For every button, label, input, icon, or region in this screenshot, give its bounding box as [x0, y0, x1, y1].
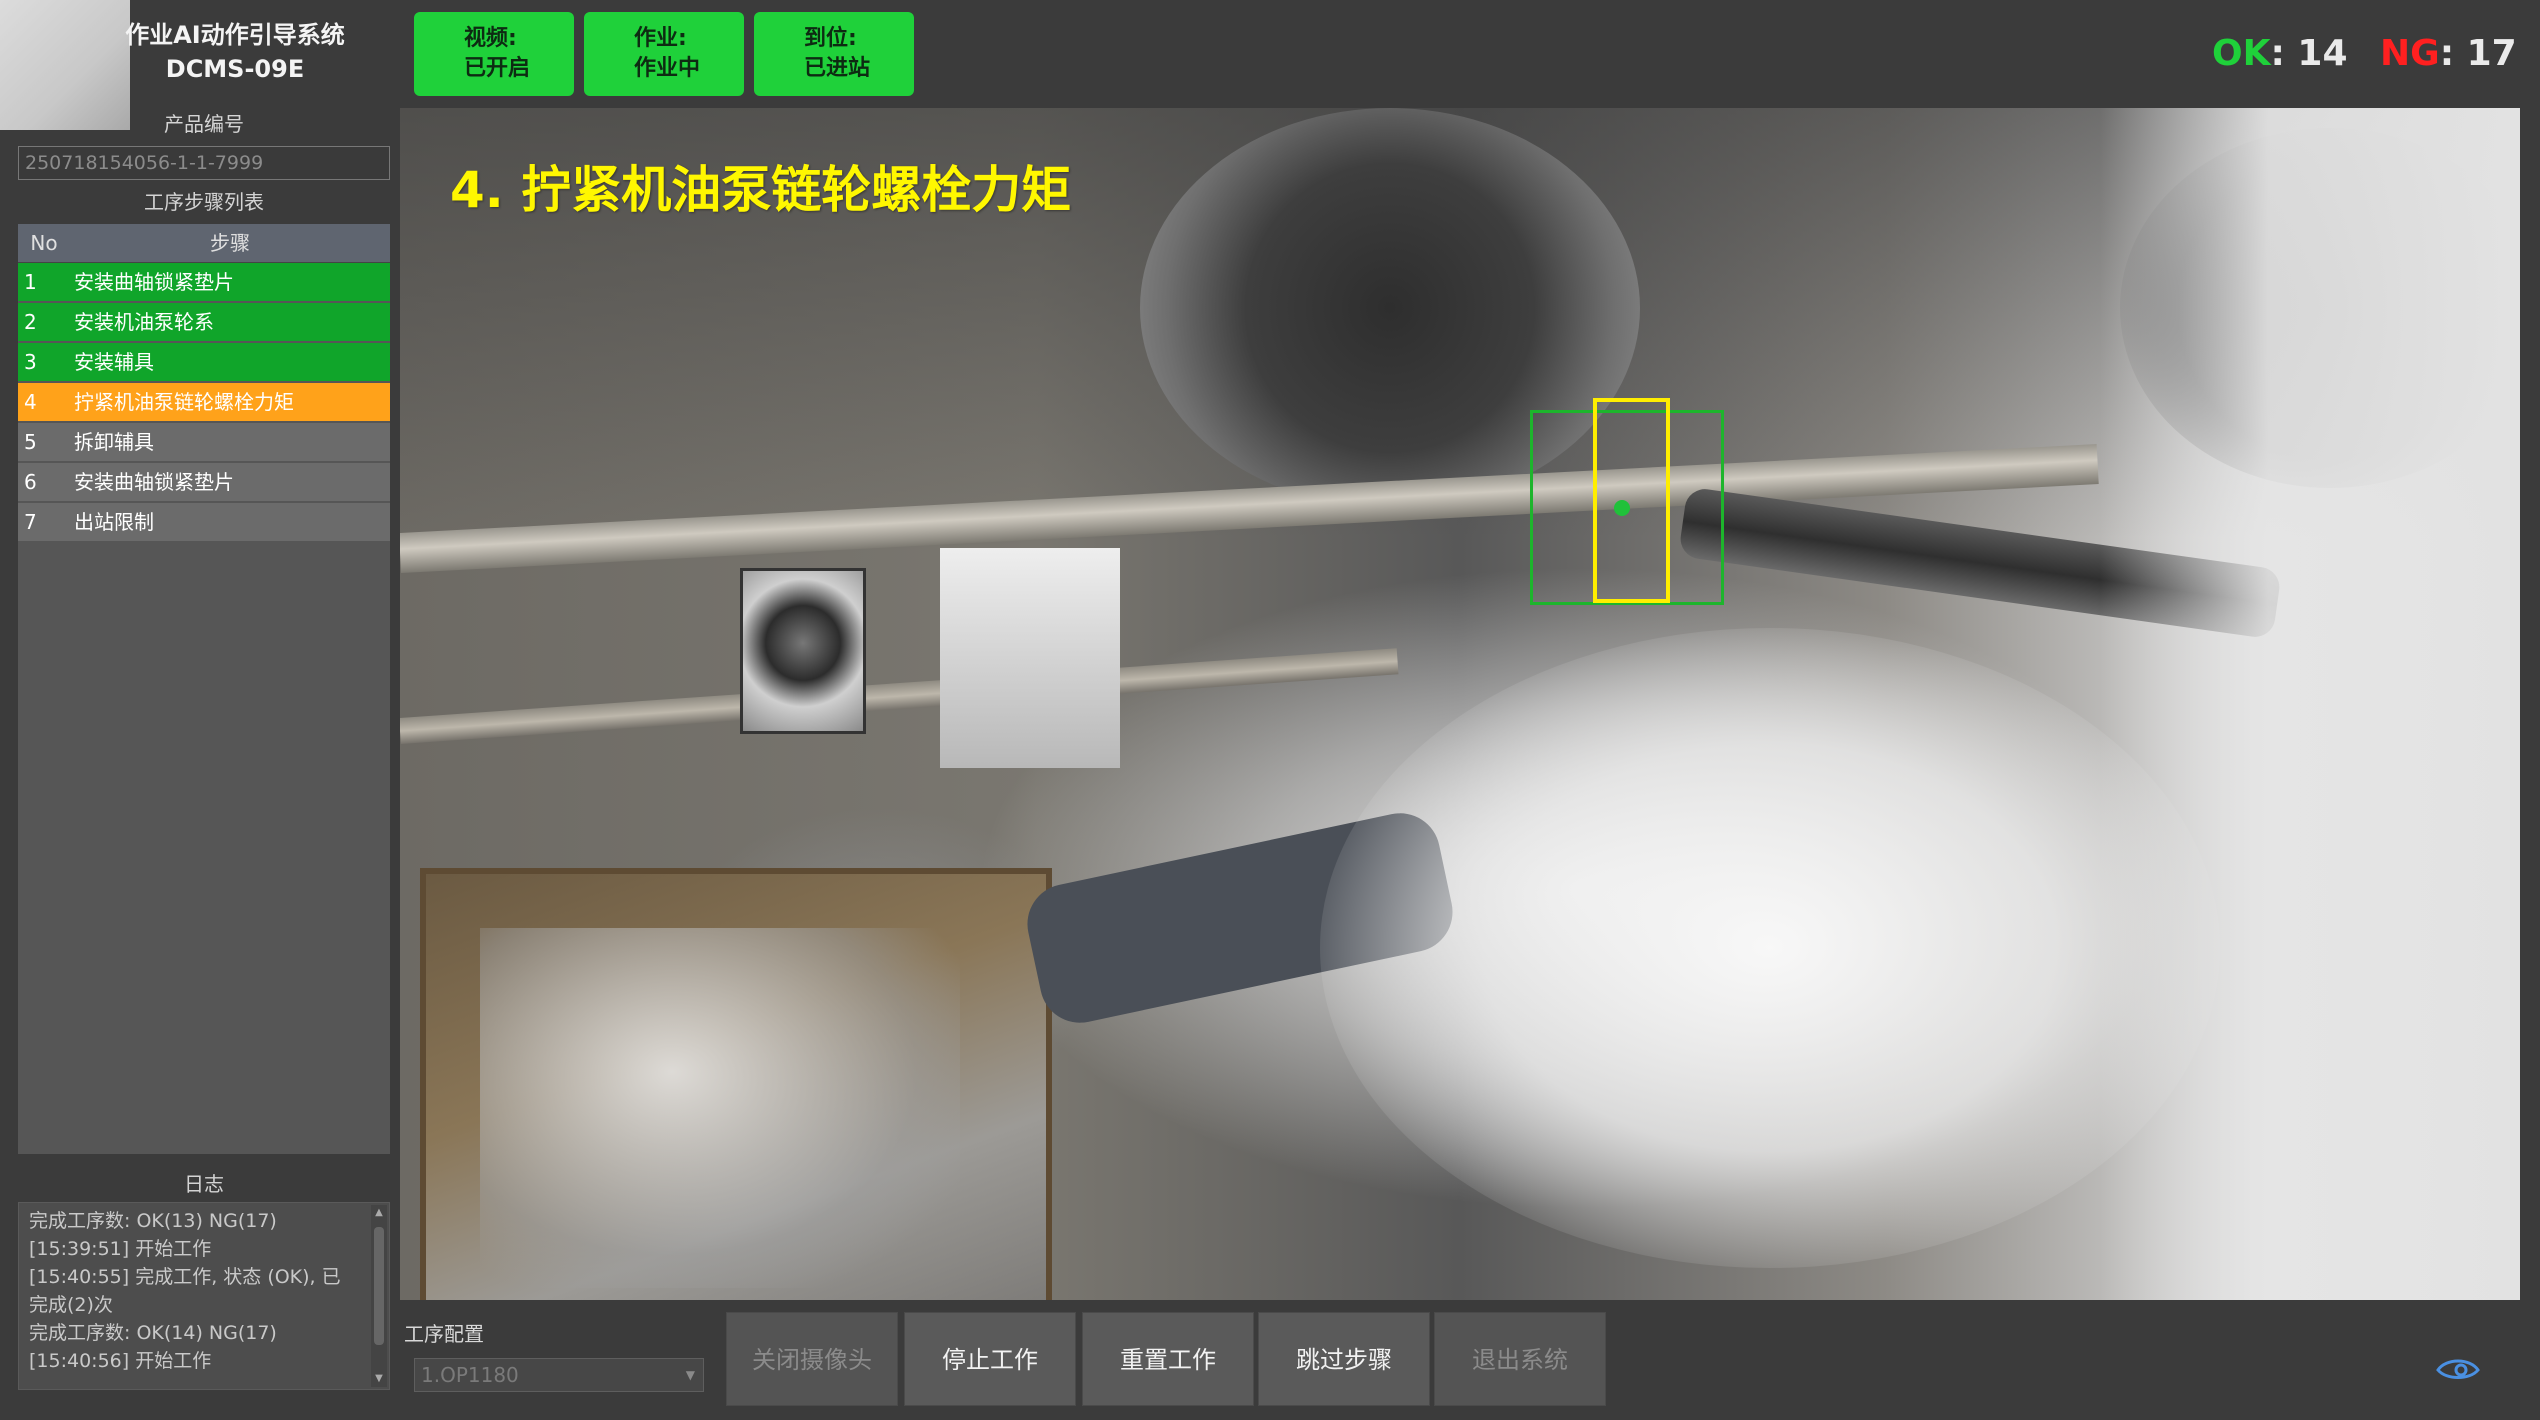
- ok-label: OK: [2212, 33, 2271, 74]
- log-panel: 日志 完成工序数: OK(13) NG(17) [15:39:51] 开始工作 …: [18, 1170, 390, 1390]
- arrival-status-value: 已进站: [804, 56, 871, 81]
- close-camera-button[interactable]: 关闭摄像头: [726, 1312, 898, 1406]
- steps-table: No 步骤 1 安装曲轴锁紧垫片 2 安装机油泵轮系 3 安装辅具 4 拧紧机油…: [18, 224, 390, 1154]
- arrival-status-label: 到位:: [804, 26, 857, 51]
- ng-count: : 17: [2439, 33, 2517, 74]
- arrival-status-button[interactable]: 到位: 已进站: [754, 12, 914, 96]
- system-title-name: 作业AI动作引导系统: [125, 21, 345, 49]
- steps-header: No 步骤: [18, 224, 390, 263]
- step-no: 2: [24, 310, 37, 334]
- step-name: 安装曲轴锁紧垫片: [74, 470, 234, 494]
- product-label: 产品编号: [164, 112, 244, 136]
- gear-part: [740, 568, 866, 734]
- eye-icon[interactable]: [2434, 1352, 2482, 1384]
- col-step-header: 步骤: [210, 231, 250, 255]
- step-no: 1: [24, 270, 37, 294]
- camera-feed: [400, 108, 2520, 1300]
- step-name: 安装曲轴锁紧垫片: [74, 270, 234, 294]
- reset-work-button[interactable]: 重置工作: [1082, 1312, 1254, 1406]
- ng-counter: NG: 17: [2380, 30, 2517, 78]
- video-status-value: 已开启: [464, 56, 531, 81]
- log-line: [15:40:55] 完成工作, 状态 (OK), 已: [29, 1266, 341, 1288]
- step-name: 出站限制: [74, 510, 154, 534]
- log-scrollbar[interactable]: ▲ ▼: [371, 1205, 387, 1387]
- step-no: 4: [24, 390, 37, 414]
- step-row[interactable]: 3 安装辅具: [18, 343, 390, 381]
- steps-list-label: 工序步骤列表: [144, 190, 264, 214]
- step-no: 7: [24, 510, 37, 534]
- step-no: 3: [24, 350, 37, 374]
- step-row[interactable]: 1 安装曲轴锁紧垫片: [18, 263, 390, 301]
- step-row-active[interactable]: 4 拧紧机油泵链轮螺栓力矩: [18, 383, 390, 421]
- log-line: 完成(2)次: [29, 1294, 113, 1316]
- system-title: 作业AI动作引导系统 DCMS-09E: [120, 18, 350, 86]
- video-status-label: 视频:: [464, 26, 517, 51]
- process-config-label: 工序配置: [404, 1322, 484, 1346]
- log-title: 日志: [184, 1172, 224, 1196]
- step-name: 安装辅具: [74, 350, 154, 374]
- work-status-value: 作业中: [634, 56, 701, 81]
- step-row[interactable]: 7 出站限制: [18, 503, 390, 541]
- scroll-down-icon[interactable]: ▼: [371, 1371, 387, 1387]
- log-line: 完成工序数: OK(13) NG(17): [29, 1210, 277, 1232]
- blurred-operator: [1320, 628, 2220, 1268]
- log-line: 完成工序数: OK(14) NG(17): [29, 1322, 277, 1344]
- process-config-value: 1.OP1180: [421, 1363, 519, 1387]
- step-name: 拆卸辅具: [74, 430, 154, 454]
- scroll-up-icon[interactable]: ▲: [371, 1205, 387, 1221]
- current-step-overlay: 4. 拧紧机油泵链轮螺栓力矩: [450, 161, 1072, 219]
- work-status-label: 作业:: [634, 26, 687, 51]
- step-name: 拧紧机油泵链轮螺栓力矩: [74, 390, 294, 414]
- step-row[interactable]: 5 拆卸辅具: [18, 423, 390, 461]
- log-line: [15:39:51] 开始工作: [29, 1238, 212, 1260]
- detection-box-tool: [1593, 398, 1670, 603]
- product-number-field[interactable]: [18, 146, 390, 180]
- ok-count: : 14: [2270, 33, 2348, 74]
- chevron-down-icon: ▼: [685, 1368, 695, 1382]
- log-text-area[interactable]: 完成工序数: OK(13) NG(17) [15:39:51] 开始工作 [15…: [18, 1202, 390, 1390]
- skip-step-button[interactable]: 跳过步骤: [1258, 1312, 1430, 1406]
- step-row[interactable]: 2 安装机油泵轮系: [18, 303, 390, 341]
- step-row[interactable]: 6 安装曲轴锁紧垫片: [18, 463, 390, 501]
- log-line: [15:40:56] 开始工作: [29, 1350, 212, 1372]
- video-status-button[interactable]: 视频: 已开启: [414, 12, 574, 96]
- left-panel: 产品编号 工序步骤列表 No 步骤 1 安装曲轴锁紧垫片 2 安装机油泵轮系 3…: [18, 110, 390, 1154]
- work-status-button[interactable]: 作业: 作业中: [584, 12, 744, 96]
- system-model: DCMS-09E: [165, 55, 305, 83]
- exit-system-button[interactable]: 退出系统: [1434, 1312, 1606, 1406]
- stop-work-button[interactable]: 停止工作: [904, 1312, 1076, 1406]
- step-no: 5: [24, 430, 37, 454]
- step-name: 安装机油泵轮系: [74, 310, 214, 334]
- process-config-select[interactable]: 1.OP1180 ▼: [414, 1358, 704, 1392]
- ok-counter: OK: 14: [2212, 30, 2348, 78]
- ng-label: NG: [2380, 33, 2440, 74]
- scrollbar-thumb[interactable]: [374, 1227, 384, 1345]
- detection-point: [1614, 500, 1630, 516]
- col-no-header: No: [30, 231, 58, 255]
- step-no: 6: [24, 470, 37, 494]
